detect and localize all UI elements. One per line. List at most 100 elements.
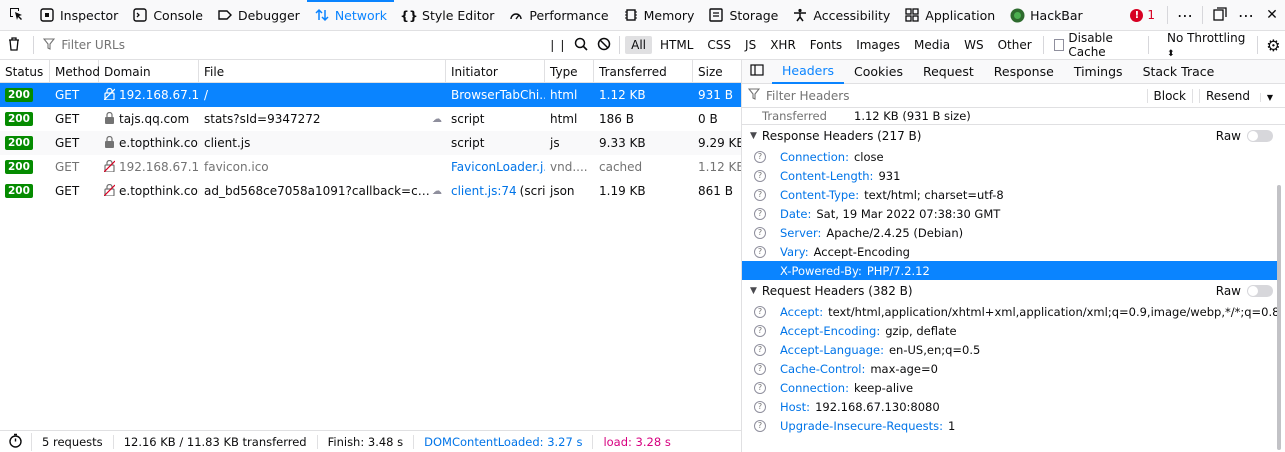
block-button[interactable]: Block xyxy=(1146,88,1192,103)
tab-memory[interactable]: Memory xyxy=(616,0,702,31)
transferred-label: Transferred xyxy=(762,109,827,123)
domain-cell: 192.168.67.1... xyxy=(119,88,199,102)
type-filter-media[interactable]: Media xyxy=(908,36,956,54)
details-scrollbar[interactable] xyxy=(1277,185,1281,450)
header-row[interactable]: ? Connection: keep-alive xyxy=(742,378,1285,397)
file-cell: favicon.ico xyxy=(204,160,269,174)
header-value: en-US,en;q=0.5 xyxy=(888,342,981,357)
initiator-cell[interactable]: FaviconLoader.j... xyxy=(446,155,545,179)
tab-debugger[interactable]: Debugger xyxy=(210,0,307,31)
updown-icon: ⬍ xyxy=(1166,49,1175,59)
header-row[interactable]: X-Powered-By: PHP/7.2.12 xyxy=(742,261,1279,280)
type-filter-other[interactable]: Other xyxy=(992,36,1038,54)
column-status[interactable]: Status xyxy=(0,60,50,83)
performance-analysis-button[interactable] xyxy=(0,432,32,451)
divider xyxy=(1202,6,1203,24)
column-transferred[interactable]: Transferred xyxy=(594,60,693,83)
toggle-switch xyxy=(1247,130,1273,142)
column-method[interactable]: Method xyxy=(50,60,100,83)
header-row[interactable]: ? Server: Apache/2.4.25 (Debian) xyxy=(742,223,1285,242)
header-row[interactable]: ? Content-Length: 931 xyxy=(742,166,1285,185)
column-initiator[interactable]: Initiator xyxy=(446,60,545,83)
type-filter-fonts[interactable]: Fonts xyxy=(804,36,848,54)
header-row[interactable]: ? Accept-Language: en-US,en;q=0.5 xyxy=(742,340,1285,359)
tab-request[interactable]: Request xyxy=(913,60,984,84)
filter-headers-input[interactable]: Filter Headers Block Resend ▼ xyxy=(742,84,1285,108)
response-headers-section[interactable]: ▼ Response Headers (217 B) Raw xyxy=(742,125,1285,147)
search-icon xyxy=(574,37,588,54)
filter-icon xyxy=(43,37,56,53)
pause-button[interactable]: ❘❘ xyxy=(546,33,569,57)
tab-timings[interactable]: Timings xyxy=(1064,60,1133,84)
type-filter-images[interactable]: Images xyxy=(850,36,906,54)
tab-label: Performance xyxy=(529,7,609,23)
initiator-link[interactable]: client.js:74 xyxy=(451,184,517,198)
type-filter-xhr[interactable]: XHR xyxy=(764,36,802,54)
raw-toggle[interactable]: Raw xyxy=(1216,284,1273,298)
header-row[interactable]: ? Host: 192.168.67.130:8080 xyxy=(742,397,1285,416)
tab-stack-trace[interactable]: Stack Trace xyxy=(1133,60,1225,84)
file-cell: client.js xyxy=(204,136,251,150)
header-row[interactable]: ? Connection: close xyxy=(742,147,1285,166)
lock-icon xyxy=(104,111,115,127)
tab-headers[interactable]: Headers xyxy=(772,60,845,84)
error-count-badge[interactable]: ! 1 xyxy=(1122,8,1163,22)
checkbox-box xyxy=(1053,39,1065,51)
type-filter-all[interactable]: All xyxy=(625,36,653,54)
load-time: load: 3.28 s xyxy=(603,434,671,449)
resend-button[interactable]: Resend ▼ xyxy=(1191,88,1285,103)
table-row[interactable]: 200 GET e.topthink.com client.js script … xyxy=(0,131,741,155)
tab-hackbar[interactable]: HackBar xyxy=(1002,0,1090,31)
request-headers-section[interactable]: ▼ Request Headers (382 B) Raw xyxy=(742,280,1285,302)
size-cell: 9.29 KB xyxy=(698,136,741,150)
raw-toggle[interactable]: Raw xyxy=(1216,129,1273,143)
clear-requests-button[interactable] xyxy=(0,33,29,57)
column-file[interactable]: File xyxy=(199,60,446,83)
header-row[interactable]: ? Vary: Accept-Encoding xyxy=(742,242,1285,261)
tab-style-editor[interactable]: {} Style Editor xyxy=(394,0,501,31)
tab-console[interactable]: Console xyxy=(125,0,210,31)
tab-accessibility[interactable]: Accessibility xyxy=(785,0,897,31)
search-button[interactable] xyxy=(569,33,592,57)
throttling-select[interactable]: No Throttling ⬍ xyxy=(1167,31,1247,59)
table-row[interactable]: 200 GET 192.168.67.1... / BrowserTabChi.… xyxy=(0,83,741,107)
block-icon xyxy=(597,37,611,54)
tab-network[interactable]: Network xyxy=(306,0,395,31)
tab-response[interactable]: Response xyxy=(984,60,1064,84)
initiator-cell: script xyxy=(451,112,485,126)
element-picker-button[interactable] xyxy=(0,0,32,31)
more-tools-button[interactable]: ⋯ xyxy=(1172,3,1198,27)
type-filter-html[interactable]: HTML xyxy=(654,36,699,54)
table-row[interactable]: 200 GET e.topthink.com ad_bd568ce7058a10… xyxy=(0,179,741,203)
tab-storage[interactable]: Storage xyxy=(701,0,785,31)
network-settings-button[interactable]: ⚙ xyxy=(1262,33,1285,57)
header-row[interactable]: ? Upgrade-Insecure-Requests: 1 xyxy=(742,416,1285,435)
tab-performance[interactable]: Performance xyxy=(501,0,615,31)
transferred-cell: 1.19 KB xyxy=(599,184,646,198)
header-row[interactable]: ? Accept: text/html,application/xhtml+xml,… xyxy=(742,302,1285,321)
header-row[interactable]: ? Content-Type: text/html; charset=utf-8 xyxy=(742,185,1285,204)
dock-button[interactable] xyxy=(1207,3,1233,27)
header-row[interactable]: ? Accept-Encoding: gzip, deflate xyxy=(742,321,1285,340)
table-row[interactable]: 200 GET 192.168.67.1... favicon.ico Favi… xyxy=(0,155,741,179)
block-requests-button[interactable] xyxy=(592,33,615,57)
disable-cache-checkbox[interactable]: Disable Cache xyxy=(1053,31,1145,59)
toggle-sidebar-button[interactable] xyxy=(742,60,772,84)
type-filter-ws[interactable]: WS xyxy=(958,36,989,54)
column-size[interactable]: Size xyxy=(693,60,741,83)
header-row[interactable]: ? Date: Sat, 19 Mar 2022 07:38:30 GMT xyxy=(742,204,1285,223)
options-menu-button[interactable]: ⋯ xyxy=(1233,3,1259,27)
header-value: Accept-Encoding xyxy=(813,244,910,259)
close-devtools-button[interactable]: ✕ xyxy=(1259,3,1285,27)
tab-application[interactable]: Application xyxy=(897,0,1002,31)
column-type[interactable]: Type xyxy=(545,60,594,83)
tab-inspector[interactable]: Inspector xyxy=(32,0,125,31)
tab-cookies[interactable]: Cookies xyxy=(844,60,913,84)
filter-urls-input[interactable]: Filter URLs xyxy=(37,31,545,60)
table-row[interactable]: 200 GET tajs.qq.com stats?sId=9347272 ☁ … xyxy=(0,107,741,131)
type-filter-js[interactable]: JS xyxy=(739,36,762,54)
header-row[interactable]: ? Cache-Control: max-age=0 xyxy=(742,359,1285,378)
type-filter-css[interactable]: CSS xyxy=(701,36,737,54)
column-domain[interactable]: Domain xyxy=(99,60,199,83)
initiator-cell: BrowserTabChi... xyxy=(451,88,545,102)
